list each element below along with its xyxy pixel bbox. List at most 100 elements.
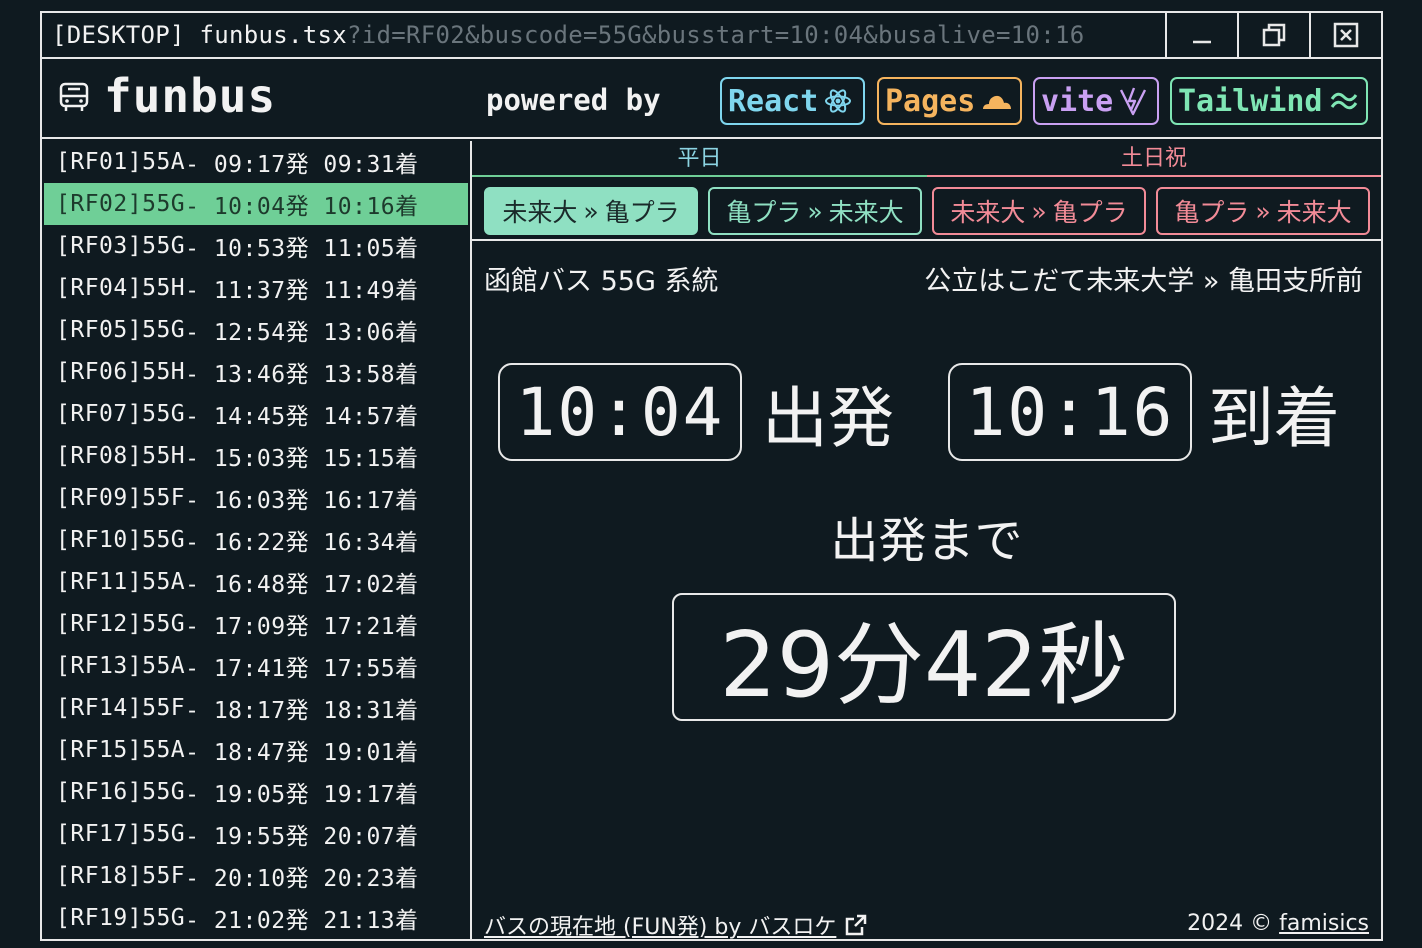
schedule-row[interactable]: [RF02] 55G - 10:04発 10:16着	[44, 183, 468, 225]
chevron-right-icon: »	[1202, 266, 1220, 297]
schedule-row[interactable]: [RF10] 55G - 16:22発 16:34着	[42, 519, 470, 561]
powered-by-label: powered by	[486, 83, 661, 117]
route-from: 未来大	[950, 198, 1026, 227]
schedule-times: - 18:47発 19:01着	[185, 740, 419, 766]
schedule-row[interactable]: [RF08] 55H - 15:03発 15:15着	[42, 435, 470, 477]
schedule-row[interactable]: [RF01] 55A - 09:17発 09:31着	[42, 141, 470, 183]
schedule-id: [RF16]	[56, 779, 143, 805]
route-tab-weekday-kamepla-to-fun[interactable]: 亀プラ» 未来大	[708, 187, 922, 235]
bus-line-label: 函館バス 55G 系統	[484, 266, 719, 297]
schedule-row[interactable]: [RF18] 55F - 20:10発 20:23着	[42, 855, 470, 897]
destination-label: 亀田支所前	[1228, 266, 1363, 297]
schedule-times: - 19:05発 19:17着	[185, 782, 419, 808]
schedule-times: - 20:10発 20:23着	[185, 866, 419, 892]
weekday-label: 平日	[472, 141, 927, 177]
schedule-row[interactable]: [RF14] 55F - 18:17発 18:31着	[42, 687, 470, 729]
schedule-times: - 16:22発 16:34着	[185, 530, 419, 556]
schedule-row[interactable]: [RF13] 55A - 17:41発 17:55着	[42, 645, 470, 687]
pages-badge[interactable]: Pages	[877, 77, 1022, 125]
copyright-label: 2024 ©	[1187, 911, 1273, 936]
schedule-id: [RF05]	[56, 317, 143, 343]
app-logo-text: funbus	[104, 69, 277, 123]
schedule-row[interactable]: [RF16] 55G - 19:05発 19:17着	[42, 771, 470, 813]
schedule-times: - 13:46発 13:58着	[185, 362, 419, 388]
schedule-times: - 15:03発 15:15着	[185, 446, 419, 472]
schedule-row[interactable]: [RF17] 55G - 19:55発 20:07着	[42, 813, 470, 855]
chevron-right-icon: »	[1031, 196, 1047, 226]
react-badge[interactable]: React	[720, 77, 865, 125]
close-button[interactable]	[1309, 13, 1381, 57]
bus-code: 55H	[142, 443, 186, 469]
arrival-label: 到着	[1208, 380, 1340, 457]
bus-code: 55A	[142, 569, 186, 595]
route-from: 亀プラ	[726, 198, 802, 227]
schedule-times: - 19:55発 20:07着	[185, 824, 419, 850]
departure-label: 出発	[762, 380, 894, 457]
tailwind-badge-label: Tailwind	[1178, 83, 1323, 119]
schedule-row[interactable]: [RF07] 55G - 14:45発 14:57着	[42, 393, 470, 435]
restore-button[interactable]	[1237, 13, 1309, 57]
bus-icon	[59, 82, 89, 111]
schedule-row[interactable]: [RF03] 55G - 10:53発 11:05着	[42, 225, 470, 267]
route-from: 未来大	[502, 198, 578, 227]
schedule-times: - 18:17発 18:31着	[185, 698, 419, 724]
cloud-icon	[983, 95, 1012, 109]
tailwind-badge[interactable]: Tailwind	[1170, 77, 1368, 125]
bus-location-link[interactable]: バスの現在地 (FUN発) by バスロケ	[484, 909, 868, 941]
bus-code: 55A	[142, 149, 186, 175]
chevron-right-icon: »	[807, 196, 823, 226]
route-tab-weekend-fun-to-kamepla[interactable]: 未来大» 亀プラ	[932, 187, 1146, 235]
schedule-times: - 21:02発 21:13着	[185, 908, 419, 934]
schedule-times: - 10:53発 11:05着	[185, 236, 419, 262]
chevron-right-icon: »	[1255, 196, 1271, 226]
weekend-label: 土日祝	[927, 141, 1381, 177]
bus-code: 55A	[142, 737, 186, 763]
route-tab-weekday-fun-to-kamepla[interactable]: 未来大» 亀プラ	[484, 187, 698, 235]
schedule-row[interactable]: [RF15] 55A - 18:47発 19:01着	[42, 729, 470, 771]
schedule-times: - 11:37発 11:49着	[185, 278, 419, 304]
schedule-id: [RF14]	[56, 695, 143, 721]
route-tab-weekend-kamepla-to-fun[interactable]: 亀プラ» 未来大	[1156, 187, 1370, 235]
bus-code: 55G	[142, 821, 186, 847]
bus-code: 55G	[142, 191, 186, 217]
schedule-row[interactable]: [RF19] 55G - 21:02発 21:13着	[42, 897, 470, 939]
schedule-times: - 09:17発 09:31着	[185, 152, 419, 178]
schedule-id: [RF08]	[56, 443, 143, 469]
bus-code: 55H	[142, 275, 186, 301]
schedule-id: [RF11]	[56, 569, 143, 595]
schedule-row[interactable]: [RF12] 55G - 17:09発 17:21着	[42, 603, 470, 645]
external-link-icon	[846, 914, 867, 936]
copyright: 2024 © famisics	[1187, 911, 1369, 936]
close-icon	[1333, 22, 1359, 48]
schedule-row[interactable]: [RF05] 55G - 12:54発 13:06着	[42, 309, 470, 351]
schedule-id: [RF17]	[56, 821, 143, 847]
bus-code: 55F	[142, 863, 186, 889]
departure-time: 10:04	[498, 363, 742, 461]
trip-route: 公立はこだて未来大学 » 亀田支所前	[924, 259, 1363, 298]
route-tabs: 未来大» 亀プラ 亀プラ» 未来大 未来大» 亀プラ 亀プラ» 未来大	[472, 179, 1381, 241]
arrival-time: 10:16	[948, 363, 1192, 461]
react-badge-label: React	[728, 83, 819, 119]
schedule-id: [RF02]	[56, 191, 143, 217]
bus-code: 55G	[142, 401, 186, 427]
schedule-id: [RF19]	[56, 905, 143, 931]
schedule-times: - 17:41発 17:55着	[185, 656, 419, 682]
schedule-row[interactable]: [RF06] 55H - 13:46発 13:58着	[42, 351, 470, 393]
vite-badge[interactable]: vite	[1033, 77, 1159, 125]
schedule-row[interactable]: [RF11] 55A - 16:48発 17:02着	[42, 561, 470, 603]
schedule-times: - 14:45発 14:57着	[185, 404, 419, 430]
countdown-timer: 29分42秒	[672, 593, 1176, 721]
schedule-times: - 12:54発 13:06着	[185, 320, 419, 346]
minimize-button[interactable]	[1165, 13, 1237, 57]
author-link[interactable]: famisics	[1279, 911, 1369, 936]
schedule-id: [RF07]	[56, 401, 143, 427]
bus-code: 55A	[142, 653, 186, 679]
schedule-times: - 17:09発 17:21着	[185, 614, 419, 640]
schedule-row[interactable]: [RF04] 55H - 11:37発 11:49着	[42, 267, 470, 309]
bus-code: 55F	[142, 485, 186, 511]
schedule-id: [RF03]	[56, 233, 143, 259]
schedule-id: [RF01]	[56, 149, 143, 175]
trip-info: 函館バス 55G 系統 公立はこだて未来大学 » 亀田支所前	[472, 259, 1381, 299]
schedule-row[interactable]: [RF09] 55F - 16:03発 16:17着	[42, 477, 470, 519]
bus-code: 55G	[142, 527, 186, 553]
